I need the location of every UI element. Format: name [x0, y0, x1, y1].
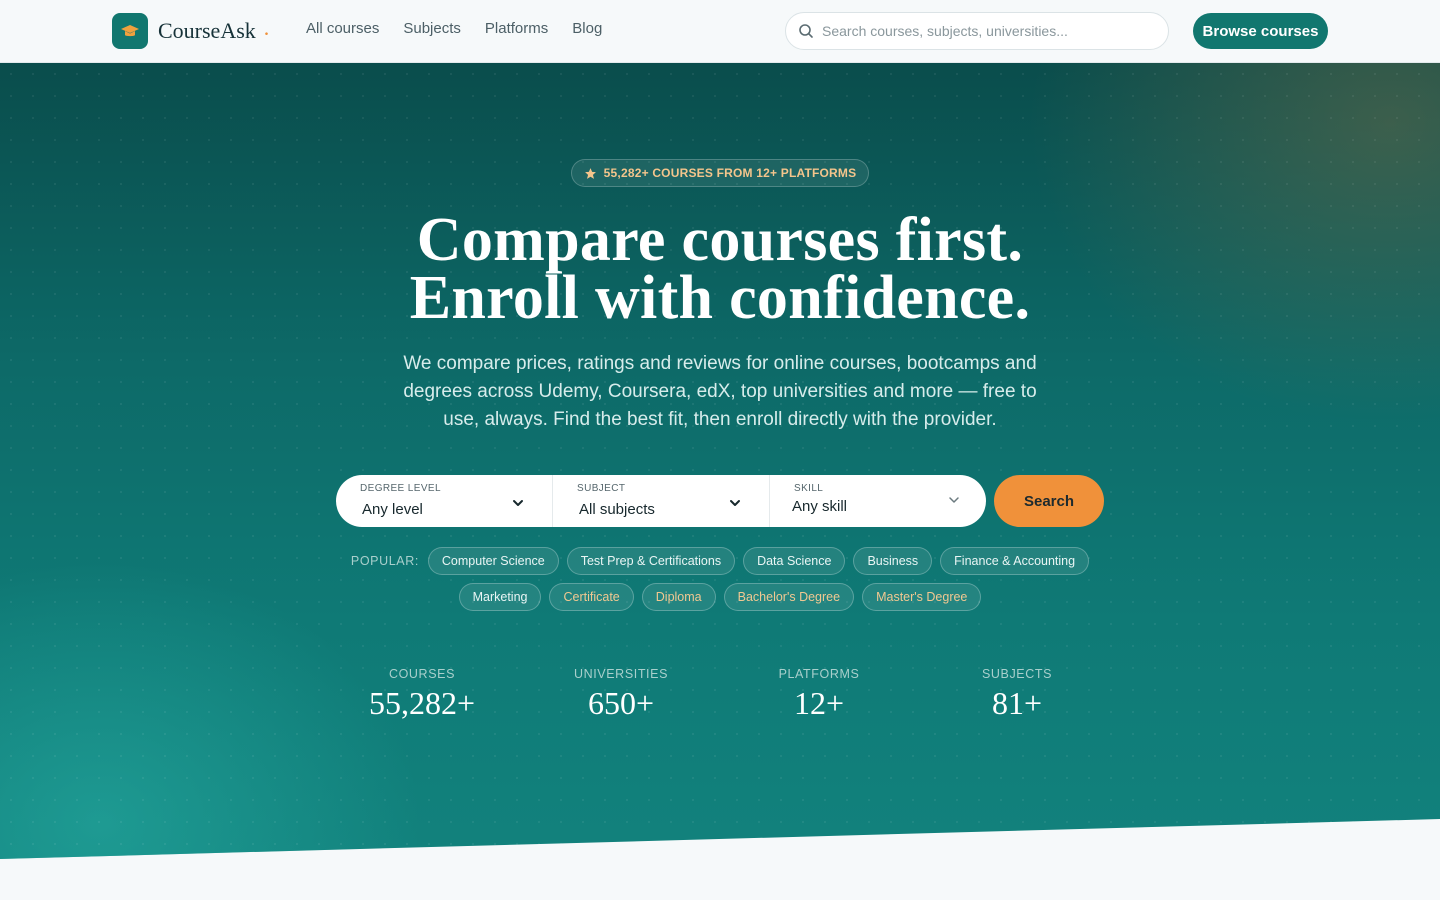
- chip-computer-science[interactable]: Computer Science: [427, 547, 559, 575]
- stat-value: 650+: [587, 685, 655, 721]
- chip-masters-degree[interactable]: Master's Degree: [862, 583, 982, 611]
- chevron-down-icon: [949, 497, 959, 503]
- brand-name: CourseAsk: [158, 18, 256, 43]
- search-button[interactable]: Search: [994, 475, 1104, 527]
- top-navigation-bar: CourseAsk . All courses Subjects Platfor…: [0, 0, 1440, 63]
- stat-universities: UNIVERSITIES 650+: [521, 667, 721, 722]
- course-count-badge: 55,282+ COURSES FROM 12+ PLATFORMS: [571, 159, 869, 187]
- chip-business[interactable]: Business: [853, 547, 933, 575]
- nav-all-courses[interactable]: All courses: [306, 20, 379, 37]
- search-input[interactable]: [822, 23, 1152, 39]
- hero-subcopy: We compare prices, ratings and reviews f…: [403, 353, 1037, 430]
- browse-courses-button[interactable]: Browse courses: [1193, 13, 1328, 49]
- stat-platforms: PLATFORMS 12+: [719, 667, 919, 722]
- hero-section: 55,282+ COURSES FROM 12+ PLATFORMS Compa…: [0, 63, 1440, 859]
- stat-value: 12+: [793, 685, 845, 721]
- stat-label: SUBJECTS: [981, 667, 1053, 681]
- subject-label: SUBJECT: [577, 483, 626, 494]
- chevron-down-icon: [513, 500, 523, 506]
- stat-value: 81+: [991, 685, 1043, 721]
- skill-value: Any skill: [792, 498, 848, 515]
- headline-line-1: Compare courses first.: [416, 206, 1024, 274]
- nav-blog[interactable]: Blog: [572, 20, 602, 37]
- badge-text: 55,282+ COURSES FROM 12+ PLATFORMS: [603, 166, 857, 180]
- nav-subjects[interactable]: Subjects: [403, 20, 461, 37]
- degree-level-value: Any level: [362, 501, 423, 518]
- search-icon: [799, 24, 813, 38]
- chip-diploma[interactable]: Diploma: [641, 583, 716, 611]
- hero-headline: Compare courses first. Enroll with confi…: [0, 206, 1440, 332]
- graduation-cap-icon: [112, 13, 148, 49]
- degree-level-label: DEGREE LEVEL: [360, 483, 441, 494]
- chip-marketing[interactable]: Marketing: [458, 583, 542, 611]
- chip-bachelors-degree[interactable]: Bachelor's Degree: [723, 583, 855, 611]
- skill-label: SKILL: [794, 483, 824, 494]
- stat-subjects: SUBJECTS 81+: [917, 667, 1117, 722]
- logo[interactable]: CourseAsk .: [112, 13, 269, 49]
- subject-value: All subjects: [579, 501, 655, 518]
- chip-certificate[interactable]: Certificate: [549, 583, 634, 611]
- chip-test-prep[interactable]: Test Prep & Certifications: [566, 547, 736, 575]
- stat-courses: COURSES 55,282+: [322, 667, 522, 722]
- star-icon: [584, 167, 596, 179]
- chip-finance-accounting[interactable]: Finance & Accounting: [940, 547, 1090, 575]
- stat-label: PLATFORMS: [778, 667, 860, 681]
- header-search: [785, 12, 1169, 50]
- stat-label: UNIVERSITIES: [573, 667, 669, 681]
- headline-line-2: Enroll with confidence.: [409, 264, 1031, 332]
- chip-data-science[interactable]: Data Science: [743, 547, 846, 575]
- stat-label: COURSES: [388, 667, 456, 681]
- brand-dot: .: [263, 15, 270, 40]
- main-nav: All courses Subjects Platforms Blog: [306, 20, 602, 37]
- popular-label: POPULAR:: [350, 554, 419, 568]
- stat-value: 55,282+: [368, 685, 476, 721]
- skill-select[interactable]: SKILL Any skill: [769, 475, 985, 527]
- popular-tags: POPULAR: Computer Science Test Prep & Ce…: [0, 547, 1440, 619]
- popular-tags-row-1: POPULAR: Computer Science Test Prep & Ce…: [0, 547, 1440, 575]
- chevron-down-icon: [730, 500, 740, 506]
- popular-tags-row-2: Marketing Certificate Diploma Bachelor's…: [0, 583, 1440, 611]
- subject-select[interactable]: SUBJECT All subjects: [552, 475, 769, 527]
- degree-level-select[interactable]: DEGREE LEVEL Any level: [336, 475, 552, 527]
- nav-platforms[interactable]: Platforms: [485, 20, 548, 37]
- course-filter-bar: DEGREE LEVEL Any level SUBJECT All subje…: [336, 475, 986, 527]
